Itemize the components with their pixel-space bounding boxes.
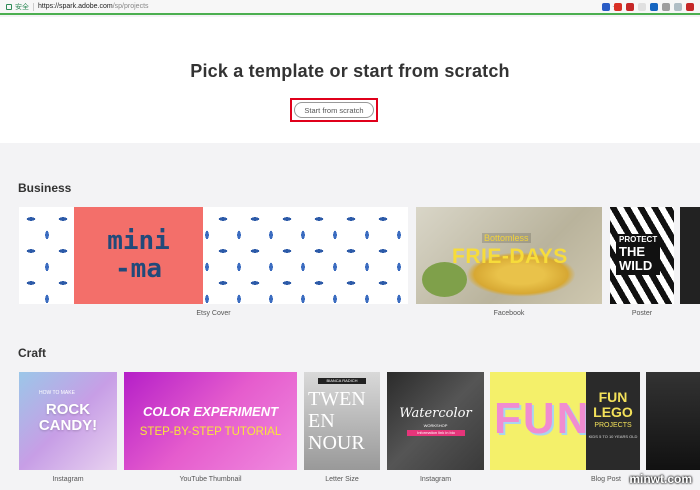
extension-icon[interactable] [662,3,670,11]
art-text: CANDY! [38,416,98,434]
card-artwork-text: FUN LEGO [586,390,640,419]
card-artwork-panel: FUN LEGO PROJECTS KIDS 5 TO 10 YEARS OLD [586,372,640,470]
extension-icon[interactable] [638,3,646,11]
card-caption: Instagram [52,476,84,483]
card-caption: Instagram [419,476,452,483]
art-text: STEP-BY-STEP TUTORIAL [139,426,282,438]
art-text: WORKSHOP [423,423,448,428]
art-text: FUN [494,394,591,443]
art-text: Watercolor [399,406,472,421]
art-text: BIANCA RADICH [318,378,366,384]
browser-address-bar: 安全 https://spark.adobe.com /sp/projects … [0,0,700,15]
art-text: THE [619,243,645,259]
art-text: KIDS 5 TO 10 YEARS OLD [588,434,638,439]
template-card-facebook[interactable]: Bottomless FRIE-DAYS [416,207,602,304]
template-card-instagram-watercolor[interactable]: Watercolor WORKSHOP Information link in … [387,372,484,470]
art-text: WILD [619,258,653,274]
secure-label: 安全 [15,3,29,11]
divider [33,2,34,11]
art-text: COLOR EXPERIMENT [142,404,279,419]
template-card-youtube-thumbnail[interactable]: COLOR EXPERIMENT STEP-BY-STEP TUTORIAL [124,372,297,470]
card-caption: Facebook [493,310,525,317]
art-text: ROCK [45,401,91,418]
hero-section: Pick a template or start from scratch St… [0,17,700,143]
art-text: FUN [598,389,628,405]
card-artwork-text: PROTECT THE WILD [616,234,661,276]
card-caption: Letter Size [325,476,359,483]
extension-icon[interactable] [614,3,622,11]
art-text: Bottomless [482,233,531,243]
url-path[interactable]: /sp/projects [113,3,149,10]
extensions-bar [602,3,694,11]
start-from-scratch-button[interactable]: Start from scratch [294,102,374,118]
section-title-craft: Craft [18,346,47,360]
template-card-letter-size[interactable]: BIANCA RADICH TWEN EN NOUR [304,372,380,470]
card-artwork-text: ROCK CANDY! [19,402,117,434]
template-card-poster[interactable]: PROTECT THE WILD [610,207,674,304]
art-text: -ma [115,253,162,284]
extension-icon[interactable] [674,3,682,11]
template-card-partial[interactable] [646,372,700,470]
art-text: PROJECTS [594,422,632,429]
section-title-business: Business [18,181,72,195]
extension-icon[interactable] [626,3,634,11]
page-title: Pick a template or start from scratch [190,61,510,81]
watermark: minwt.com [629,472,692,486]
lock-icon [6,3,12,10]
card-caption: YouTube Thumbnail [179,476,242,483]
art-text: NOUR [308,432,365,454]
art-text: mini [107,226,170,257]
template-card-etsy-cover[interactable]: mini -ma [19,207,408,304]
extension-icon[interactable] [686,3,694,11]
card-artwork-panel: mini -ma [74,207,203,304]
card-artwork-text: TWEN EN NOUR [308,388,366,454]
extension-icon[interactable] [602,3,610,11]
card-caption: Poster [631,310,653,317]
card-caption: Etsy Cover [196,310,231,317]
art-text: TWEN [308,388,366,410]
art-text: FRIE-DAYS [452,245,568,268]
art-text: HOW TO MAKE [39,390,75,396]
template-card-instagram-rock-candy[interactable]: HOW TO MAKE ROCK CANDY! [19,372,117,470]
art-text: LEGO [593,403,633,420]
highlight-box: Start from scratch [290,98,378,122]
art-text: Information link in bio [407,430,465,436]
art-text: EN [308,410,335,432]
template-card-blog-post[interactable]: FUN FUN LEGO PROJECTS KIDS 5 TO 10 YEARS… [490,372,640,470]
extension-icon[interactable] [650,3,658,11]
url-host[interactable]: https://spark.adobe.com [38,3,113,10]
template-card-partial[interactable] [680,207,700,304]
